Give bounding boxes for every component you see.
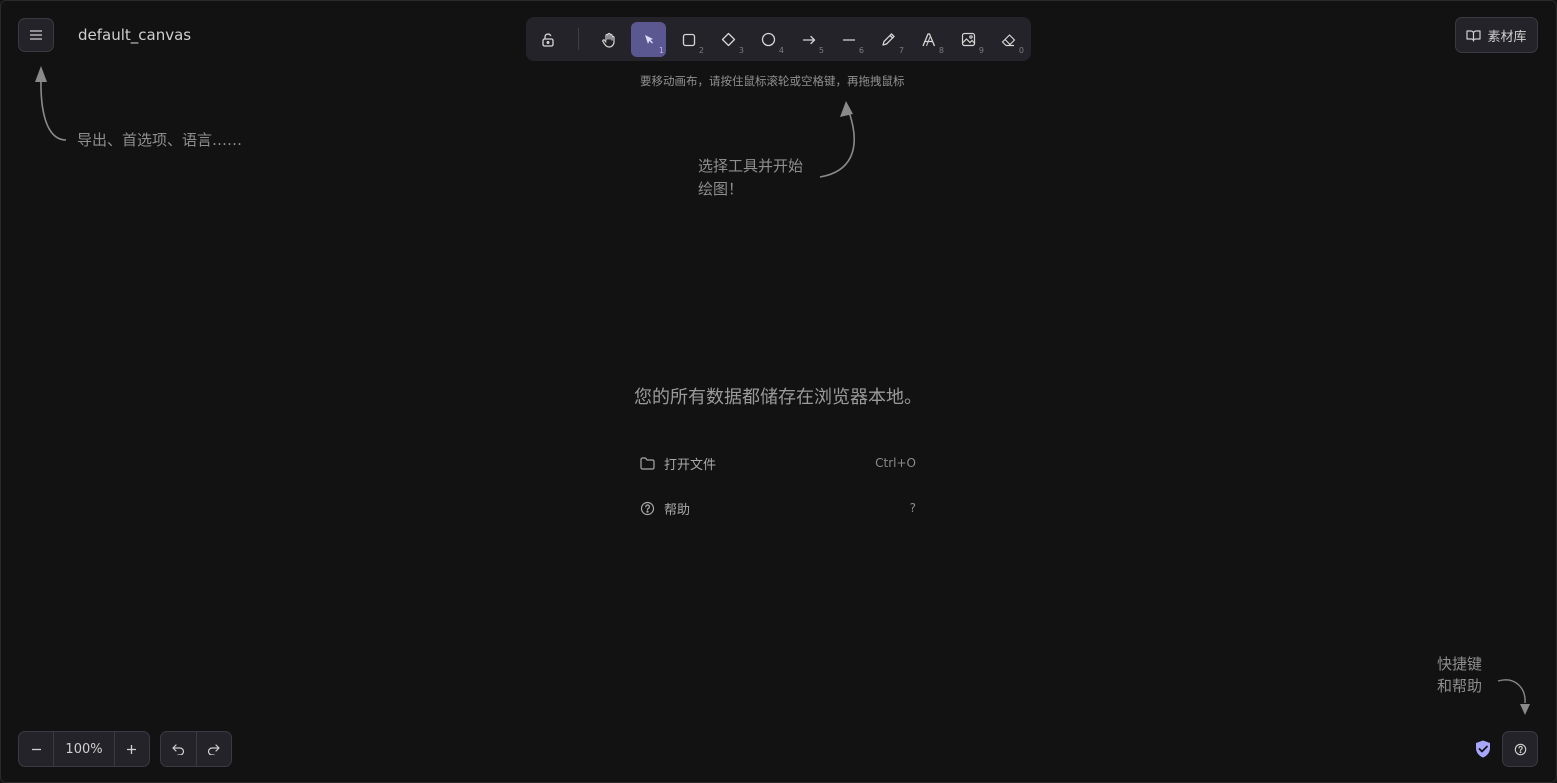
tool-key: 8	[938, 46, 944, 55]
book-icon	[1466, 29, 1482, 42]
help-hint-line2: 和帮助	[1437, 677, 1483, 695]
open-file-shortcut: Ctrl+O	[875, 456, 916, 470]
canvas-move-hint: 要移动画布，请按住鼠标滚轮或空格键，再拖拽鼠标	[640, 74, 905, 88]
square-icon	[682, 33, 695, 46]
arrow-right-icon	[802, 35, 815, 44]
canvas-name[interactable]: default_canvas	[78, 26, 191, 44]
tool-hint-line1: 选择工具并开始	[698, 157, 804, 175]
help-label: 帮助	[664, 502, 691, 518]
tool-image[interactable]: 9	[951, 22, 986, 57]
tool-rectangle[interactable]: 2	[671, 22, 706, 57]
tool-key: 6	[858, 46, 864, 55]
plus-icon	[127, 744, 137, 754]
tool-key: 7	[898, 46, 904, 55]
zoom-controls: 100%	[18, 731, 150, 767]
zoom-level[interactable]: 100%	[53, 732, 115, 766]
undo-button[interactable]	[161, 732, 197, 766]
tool-key: 2	[698, 46, 704, 55]
hamburger-icon	[30, 30, 42, 40]
shield-check-icon[interactable]	[1473, 739, 1493, 759]
pointer-icon	[644, 34, 653, 44]
library-label: 素材库	[1487, 29, 1527, 45]
tool-hand[interactable]	[591, 22, 626, 57]
circle-icon	[761, 32, 776, 47]
tool-arrow[interactable]: 5	[791, 22, 826, 57]
help-hint: 快捷键 和帮助	[1437, 653, 1482, 697]
tool-eraser[interactable]: 0	[991, 22, 1026, 57]
tool-line[interactable]: 6	[831, 22, 866, 57]
pencil-icon	[882, 33, 895, 46]
tool-hint-line2: 绘图！	[698, 180, 744, 198]
tool-key: 5	[818, 46, 824, 55]
toolbar-divider	[578, 28, 579, 50]
help-button[interactable]	[1502, 731, 1538, 767]
tool-ellipse[interactable]: 4	[751, 22, 786, 57]
question-circle-icon	[1514, 743, 1526, 755]
welcome-title: 您的所有数据都储存在浏览器本地。	[634, 387, 922, 408]
help-shortcut: ?	[909, 501, 916, 515]
tool-key: 1	[658, 46, 664, 55]
tool-text[interactable]: 8	[911, 22, 946, 57]
help-hint-line1: 快捷键	[1437, 655, 1483, 673]
undo-icon	[172, 743, 184, 755]
zoom-in-button[interactable]	[115, 732, 149, 766]
redo-button[interactable]	[197, 732, 232, 766]
text-icon	[921, 32, 935, 46]
tool-key: 4	[778, 46, 784, 55]
tool-selection[interactable]: 1	[631, 22, 666, 57]
help-item[interactable]: 帮助 ?	[640, 497, 916, 519]
tool-key: 0	[1018, 46, 1024, 55]
library-button[interactable]: 素材库	[1455, 17, 1538, 53]
tool-key: 9	[978, 46, 984, 55]
tool-lock[interactable]	[530, 22, 565, 57]
open-file-item[interactable]: 打开文件 Ctrl+O	[640, 452, 916, 474]
menu-hint: 导出、首选项、语言……	[77, 131, 243, 149]
history-controls	[160, 731, 232, 767]
folder-icon	[640, 455, 656, 471]
hand-icon	[601, 32, 615, 48]
question-circle-icon	[640, 500, 656, 516]
diamond-icon	[721, 32, 736, 47]
minus-icon	[31, 748, 41, 750]
tool-draw[interactable]: 7	[871, 22, 906, 57]
shapes-toolbar: 1 2 3 4 5 6 7 8 9 0	[526, 17, 1031, 61]
main-menu-button[interactable]	[18, 18, 54, 52]
eraser-icon	[1001, 34, 1016, 47]
zoom-out-button[interactable]	[19, 732, 53, 766]
unlock-icon	[541, 32, 554, 47]
image-icon	[961, 32, 976, 47]
help-hint-arrow	[1497, 679, 1530, 715]
tool-key: 3	[738, 46, 744, 55]
line-icon	[842, 38, 855, 41]
open-file-label: 打开文件	[664, 457, 717, 473]
tool-diamond[interactable]: 3	[711, 22, 746, 57]
tool-hint: 选择工具并开始 绘图！	[698, 155, 803, 201]
redo-icon	[208, 743, 220, 755]
